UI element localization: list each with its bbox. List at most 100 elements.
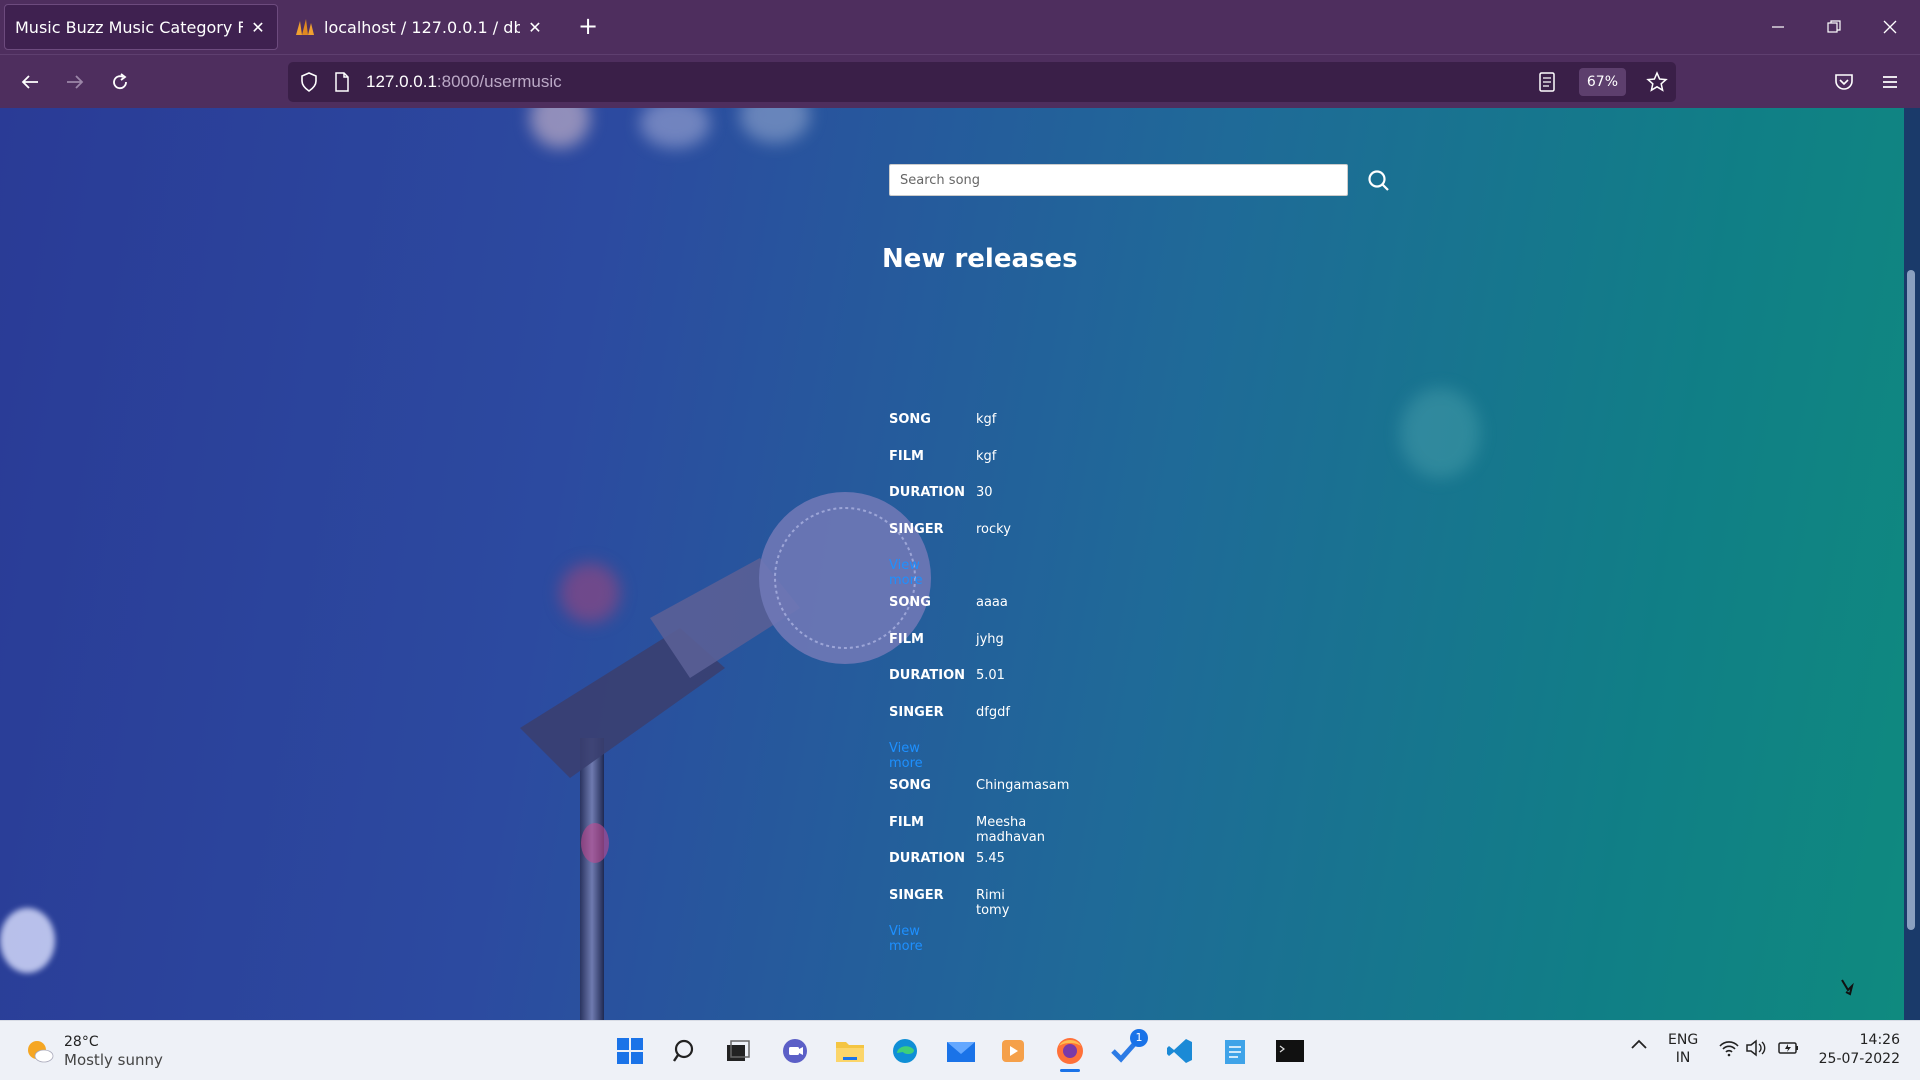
singer-label: SINGER (889, 704, 944, 720)
arrow-left-icon (21, 75, 38, 89)
singer-label: SINGER (889, 521, 944, 537)
tab-close-icon[interactable]: ✕ (526, 18, 544, 37)
menu-button[interactable] (1870, 63, 1910, 101)
tab-close-icon[interactable]: ✕ (249, 18, 267, 37)
search-icon[interactable] (1366, 168, 1392, 194)
address-bar[interactable]: 127.0.0.1:8000/usermusic 67% (288, 62, 1676, 102)
view-more-link[interactable]: View more (889, 558, 923, 588)
chat-button[interactable] (775, 1031, 815, 1071)
view-more-link[interactable]: View more (889, 924, 923, 954)
new-tab-button[interactable]: + (574, 12, 602, 40)
language-indicator[interactable]: ENG IN (1668, 1031, 1698, 1067)
terminal-icon (1276, 1040, 1304, 1062)
bookmark-star-icon[interactable] (1646, 71, 1668, 93)
speaker-icon (1746, 1039, 1766, 1057)
back-button[interactable] (10, 63, 50, 101)
view-more-link[interactable]: View more (889, 741, 923, 771)
phpmyadmin-favicon-icon (296, 19, 314, 35)
task-view-button[interactable] (718, 1031, 758, 1071)
bokeh-light (0, 908, 55, 973)
minimize-icon (1772, 26, 1784, 28)
vscode-button[interactable] (1160, 1031, 1200, 1071)
reader-view-icon[interactable] (1538, 72, 1556, 92)
duration-label: DURATION (889, 485, 966, 501)
windows-icon (617, 1038, 643, 1064)
duration-value: 5.01 (976, 668, 1005, 684)
tab-phpmyadmin[interactable]: localhost / 127.0.0.1 / dbmusicb ✕ (284, 4, 554, 50)
clock[interactable]: 14:26 25-07-2022 (1818, 1031, 1900, 1069)
song-value: Chingamasam (976, 778, 1070, 793)
url-text[interactable]: 127.0.0.1:8000/usermusic (366, 72, 562, 92)
song-value: aaaa (976, 595, 1008, 610)
mail-button[interactable] (941, 1031, 981, 1071)
vscode-icon (1167, 1039, 1192, 1063)
firefox-icon (1057, 1038, 1083, 1064)
scroll-to-top-icon[interactable] (1836, 976, 1858, 998)
battery-icon (1778, 1042, 1798, 1054)
page-icon[interactable] (334, 72, 350, 92)
taskbar-search-button[interactable] (666, 1031, 706, 1071)
firefox-button[interactable] (1050, 1031, 1090, 1072)
page-content: New releases SONGkgf FILMkgf DURATION30 … (0, 108, 1904, 1020)
tab-bar: Music Buzz Music Category Flat Boo ✕ loc… (0, 0, 1920, 54)
film-label: FILM (889, 814, 924, 830)
duration-value: 5.45 (976, 851, 1005, 867)
song-value: kgf (976, 412, 997, 427)
singer-value: Rimi tomy (976, 887, 1010, 918)
film-value: kgf (976, 448, 997, 464)
weather-temp: 28°C (64, 1034, 99, 1050)
clock-time: 14:26 (1859, 1032, 1900, 1048)
duration-value: 30 (976, 485, 993, 501)
duration-label: DURATION (889, 851, 966, 867)
network-button[interactable] (1718, 1039, 1740, 1061)
play-icon (1002, 1040, 1024, 1062)
bokeh-light (740, 108, 810, 143)
forward-button[interactable] (55, 63, 95, 101)
song-label: SONG (889, 412, 931, 427)
show-hidden-icons-button[interactable] (1630, 1037, 1648, 1055)
scrollbar-thumb[interactable] (1907, 270, 1915, 930)
battery-button[interactable] (1778, 1039, 1800, 1061)
start-button[interactable] (610, 1031, 650, 1071)
song-label: SONG (889, 595, 931, 610)
search-input[interactable] (889, 164, 1348, 196)
wifi-icon (1719, 1041, 1739, 1057)
weather-widget[interactable]: 28°C Mostly sunny (24, 1033, 163, 1069)
minimize-button[interactable] (1750, 0, 1806, 54)
film-value: jyhg (976, 631, 1004, 647)
tab-title: localhost / 127.0.0.1 / dbmusicb (324, 17, 520, 37)
weather-condition: Mostly sunny (64, 1051, 163, 1069)
bokeh-light (530, 108, 590, 148)
volume-button[interactable] (1745, 1039, 1767, 1061)
restore-button[interactable] (1806, 0, 1862, 54)
pocket-button[interactable] (1824, 63, 1864, 101)
edge-icon (893, 1039, 917, 1063)
terminal-button[interactable] (1270, 1031, 1310, 1071)
edge-button[interactable] (885, 1031, 925, 1071)
search-icon (673, 1039, 694, 1062)
hamburger-menu-icon (1883, 76, 1897, 88)
singer-value: dfgdf (976, 704, 1010, 720)
tab-music-buzz[interactable]: Music Buzz Music Category Flat Boo ✕ (4, 4, 278, 50)
pocket-icon (1835, 74, 1853, 90)
film-label: FILM (889, 631, 924, 647)
singer-label: SINGER (889, 887, 944, 903)
close-window-button[interactable] (1862, 0, 1918, 54)
bokeh-light (640, 108, 710, 148)
mail-icon (947, 1042, 975, 1062)
page-title: New releases (882, 244, 1078, 274)
media-player-button[interactable] (993, 1031, 1033, 1071)
sun-cloud-icon (28, 1041, 54, 1063)
file-explorer-button[interactable] (830, 1031, 870, 1071)
tab-title: Music Buzz Music Category Flat Boo (15, 17, 243, 37)
notepad-button[interactable] (1215, 1031, 1255, 1071)
singer-value: rocky (976, 521, 1011, 537)
todo-button[interactable]: 1 (1106, 1029, 1148, 1071)
bokeh-light (1400, 388, 1480, 478)
shield-icon[interactable] (300, 72, 318, 92)
song-label: SONG (889, 778, 931, 793)
taskbar: 28°C Mostly sunny 1 ENG IN 14:26 25-07-2… (0, 1020, 1920, 1080)
zoom-level[interactable]: 67% (1578, 68, 1626, 96)
reload-button[interactable] (100, 63, 140, 101)
language-code: ENG (1668, 1032, 1699, 1048)
